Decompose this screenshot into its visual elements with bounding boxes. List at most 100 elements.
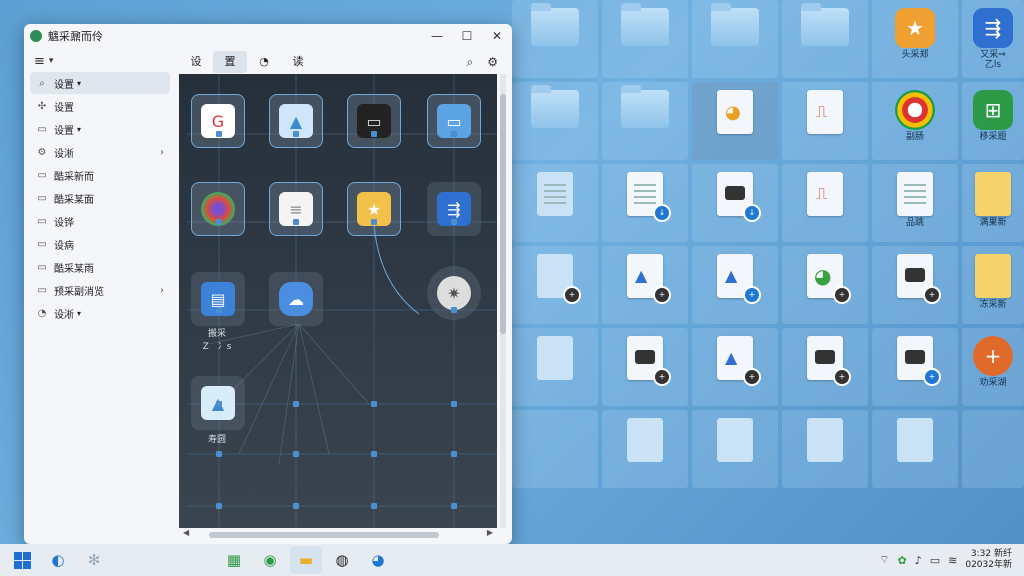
wifi-icon[interactable]: ≋ [948,554,957,567]
tab[interactable]: 读 [281,51,315,73]
desktop-folder[interactable] [782,0,868,78]
desktop-file[interactable]: ▲ + [692,246,778,324]
desktop-file[interactable]: + [512,246,598,324]
desktop-folder[interactable] [692,0,778,78]
color-icon[interactable]: ✿ [897,554,906,567]
scroll-right-icon[interactable]: ▶ [487,528,493,537]
desktop-file[interactable] [602,410,688,488]
desktop-file[interactable]: + [602,328,688,406]
sidebar-item-label: 设淅 [54,309,74,321]
camera-file-icon: + [627,336,671,386]
document-icon [897,418,933,462]
graph-node-presentation[interactable]: ▤ [191,272,245,326]
desktop-folder[interactable] [602,0,688,78]
desktop-file[interactable]: ▲ + [692,328,778,406]
connector-dot [293,307,299,313]
desktop-app[interactable]: ⇶ 又采⇒ 乙ls [962,0,1024,78]
desktop-folder[interactable] [512,0,598,78]
window-title: 魑采鼐而伶 [48,30,103,43]
desktop-file[interactable] [512,164,598,242]
sidebar-item-label: 设淅 [54,148,74,160]
sidebar-item[interactable]: ▭ 酷采新而 [30,164,170,186]
vertical-scrollbar[interactable] [500,74,506,528]
desktop-file[interactable]: 品跳 [872,164,958,242]
desktop-file[interactable]: 满果新 [962,164,1024,242]
chrome-button[interactable]: ◉ [254,546,286,574]
desktop-file[interactable]: 冻采新 [962,246,1024,324]
graph-node-photos[interactable] [191,182,245,236]
desktop-app[interactable]: + 劝采湖 [962,328,1024,406]
desktop-file[interactable]: ↓ [692,164,778,242]
graph-node-folder-blue[interactable]: ▭ [427,94,481,148]
maximize-button[interactable]: ☐ [452,24,482,48]
volume-icon[interactable]: ♪ [915,554,922,567]
graph-node-star-folder[interactable]: ★ [347,182,401,236]
desktop-file[interactable] [692,410,778,488]
folder-icon [531,85,579,128]
sidebar-item[interactable]: ▭ 设病 [30,233,170,255]
sidebar-item[interactable]: ▭ 酷采某雨 [30,256,170,278]
desktop-file[interactable]: ▲ + [602,246,688,324]
store-button[interactable]: ▦ [218,546,250,574]
chart-file-icon: ◕ + [807,254,851,304]
edge-browser-button[interactable]: ◐ [42,546,74,574]
sidebar-item[interactable]: ▭ 设铧 [30,210,170,232]
browser-button[interactable]: ◕ [362,546,394,574]
desktop-app[interactable]: ⊞ 移采题 [962,82,1024,160]
search-icon[interactable]: ⌕ [467,55,474,70]
sidebar-item[interactable]: ✣ 设置 [30,95,170,117]
scroll-left-icon[interactable]: ◀ [183,528,189,537]
title-bar[interactable]: 魑采鼐而伶 — ☐ ✕ [24,24,512,48]
desktop-file[interactable]: ◕ [692,82,778,160]
start-button[interactable] [6,546,38,574]
scroll-thumb[interactable] [500,94,506,334]
desktop-file[interactable]: ↓ [602,164,688,242]
tab[interactable]: 置 [213,51,247,73]
tab[interactable]: 设 [179,51,213,73]
minimize-button[interactable]: — [422,24,452,48]
tab[interactable]: ◔ [247,51,281,73]
node-graph-canvas[interactable]: G ▲ ▭ ▭ ≡ ★ ⇶ ▤ 搬采 Z 冫s ☁ ✷ ▲ 寿圆 [179,74,497,528]
desktop-file[interactable]: + [782,328,868,406]
desktop-file[interactable]: ⎍ [782,82,868,160]
gear-icon[interactable]: ⚙ [487,55,498,70]
widgets-button[interactable]: ✻ [78,546,110,574]
battery-icon[interactable]: ▭ [930,554,940,567]
desktop-file[interactable]: + [872,328,958,406]
sidebar-item[interactable]: ⚙ 设淅 › [30,141,170,163]
graph-node-google-doc[interactable]: G [191,94,245,148]
desktop-file[interactable] [872,410,958,488]
desktop-file[interactable]: + [872,246,958,324]
sidebar-item[interactable]: ⌕ 设置 ▾ [30,72,170,94]
desktop-folder[interactable] [602,82,688,160]
desktop-folder[interactable] [512,82,598,160]
sidebar-item[interactable]: ▭ 设置 ▾ [30,118,170,140]
chevron-down-icon: ▾ [48,56,54,66]
desktop-caption: 劝采湖 [979,378,1007,388]
scroll-thumb[interactable] [209,532,439,538]
network-icon[interactable]: ⌔ [879,553,889,567]
sidebar-item[interactable]: ◔ 设淅 ▾ [30,302,170,324]
image-file-icon: ▲ + [627,254,671,304]
connector-dot [371,219,377,225]
horizontal-scrollbar[interactable]: ◀ ▶ [179,528,497,540]
sidebar-item[interactable]: ▭ 预采副消览 › [30,279,170,301]
desktop-app[interactable]: 副肠 [872,82,958,160]
menu-button[interactable]: ≡ ▾ [24,50,176,72]
graph-node-screen[interactable]: ▭ [347,94,401,148]
desktop-file[interactable] [512,328,598,406]
clock[interactable]: 3:32 新纤 02032年新 [965,549,1012,571]
desktop-file[interactable]: ◕ + [782,246,868,324]
graph-node-document[interactable]: ≡ [269,182,323,236]
file-explorer-button[interactable]: ▬ [290,546,322,574]
close-button[interactable]: ✕ [482,24,512,48]
desktop-file[interactable]: ⎍ [782,164,868,242]
graph-node-app[interactable]: ⇶ [427,182,481,236]
desktop-app[interactable]: ★ 头采郑 [872,0,958,78]
sidebar-item[interactable]: ▭ 酷采某面 [30,187,170,209]
graph-node-folder[interactable]: ▲ [269,94,323,148]
graph-node-cloud[interactable]: ☁ [269,272,323,326]
desktop-file[interactable] [782,410,868,488]
shield-icon: ◔ [37,307,47,319]
app-button[interactable]: ◍ [326,546,358,574]
